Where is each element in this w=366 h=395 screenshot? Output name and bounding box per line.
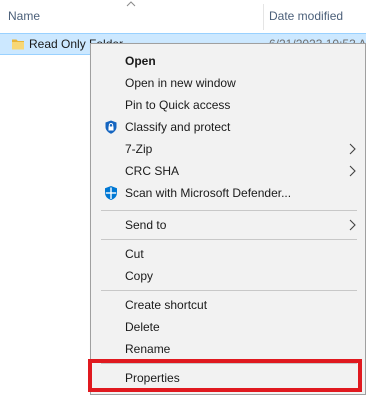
- chevron-right-icon: [349, 165, 356, 177]
- menu-item-label: Scan with Microsoft Defender...: [125, 186, 292, 200]
- menu-separator: [101, 210, 357, 211]
- column-divider[interactable]: [263, 4, 264, 30]
- menu-item-label: Open: [125, 54, 156, 68]
- menu-item-classify-protect[interactable]: Classify and protect: [91, 116, 365, 138]
- menu-item-rename[interactable]: Rename: [91, 338, 365, 360]
- menu-item-label: Classify and protect: [125, 120, 231, 134]
- menu-item-crc-sha[interactable]: CRC SHA: [91, 160, 365, 182]
- classify-protect-icon: [105, 120, 117, 134]
- menu-item-label: Send to: [125, 218, 167, 232]
- menu-item-copy[interactable]: Copy: [91, 265, 365, 287]
- chevron-right-icon: [349, 143, 356, 155]
- properties-highlight-box: [88, 359, 362, 392]
- menu-item-send-to[interactable]: Send to: [91, 214, 365, 236]
- menu-item-7zip[interactable]: 7-Zip: [91, 138, 365, 160]
- menu-separator: [101, 239, 357, 240]
- menu-item-label: Delete: [125, 320, 160, 334]
- defender-shield-icon: [105, 186, 117, 200]
- menu-item-label: Rename: [125, 342, 171, 356]
- menu-item-open-new-window[interactable]: Open in new window: [91, 72, 365, 94]
- context-menu: Open Open in new window Pin to Quick acc…: [90, 43, 366, 395]
- menu-item-delete[interactable]: Delete: [91, 316, 365, 338]
- menu-item-cut[interactable]: Cut: [91, 243, 365, 265]
- menu-item-label: Pin to Quick access: [125, 98, 231, 112]
- menu-item-label: Create shortcut: [125, 298, 208, 312]
- column-name-header[interactable]: Name: [8, 9, 40, 23]
- chevron-right-icon: [349, 219, 356, 231]
- menu-item-label: 7-Zip: [125, 142, 153, 156]
- menu-separator: [101, 290, 357, 291]
- menu-item-scan-defender[interactable]: Scan with Microsoft Defender...: [91, 182, 365, 204]
- sort-ascending-icon: [126, 1, 136, 7]
- menu-item-open[interactable]: Open: [91, 50, 365, 72]
- menu-item-label: Open in new window: [125, 76, 236, 90]
- menu-item-create-shortcut[interactable]: Create shortcut: [91, 294, 365, 316]
- menu-item-pin-quick-access[interactable]: Pin to Quick access: [91, 94, 365, 116]
- column-header: Name Date modified: [0, 0, 366, 33]
- folder-icon: [12, 39, 24, 50]
- column-date-modified-header[interactable]: Date modified: [269, 9, 343, 23]
- menu-item-label: Copy: [125, 269, 154, 283]
- menu-item-label: Cut: [125, 247, 144, 261]
- menu-item-label: CRC SHA: [125, 164, 180, 178]
